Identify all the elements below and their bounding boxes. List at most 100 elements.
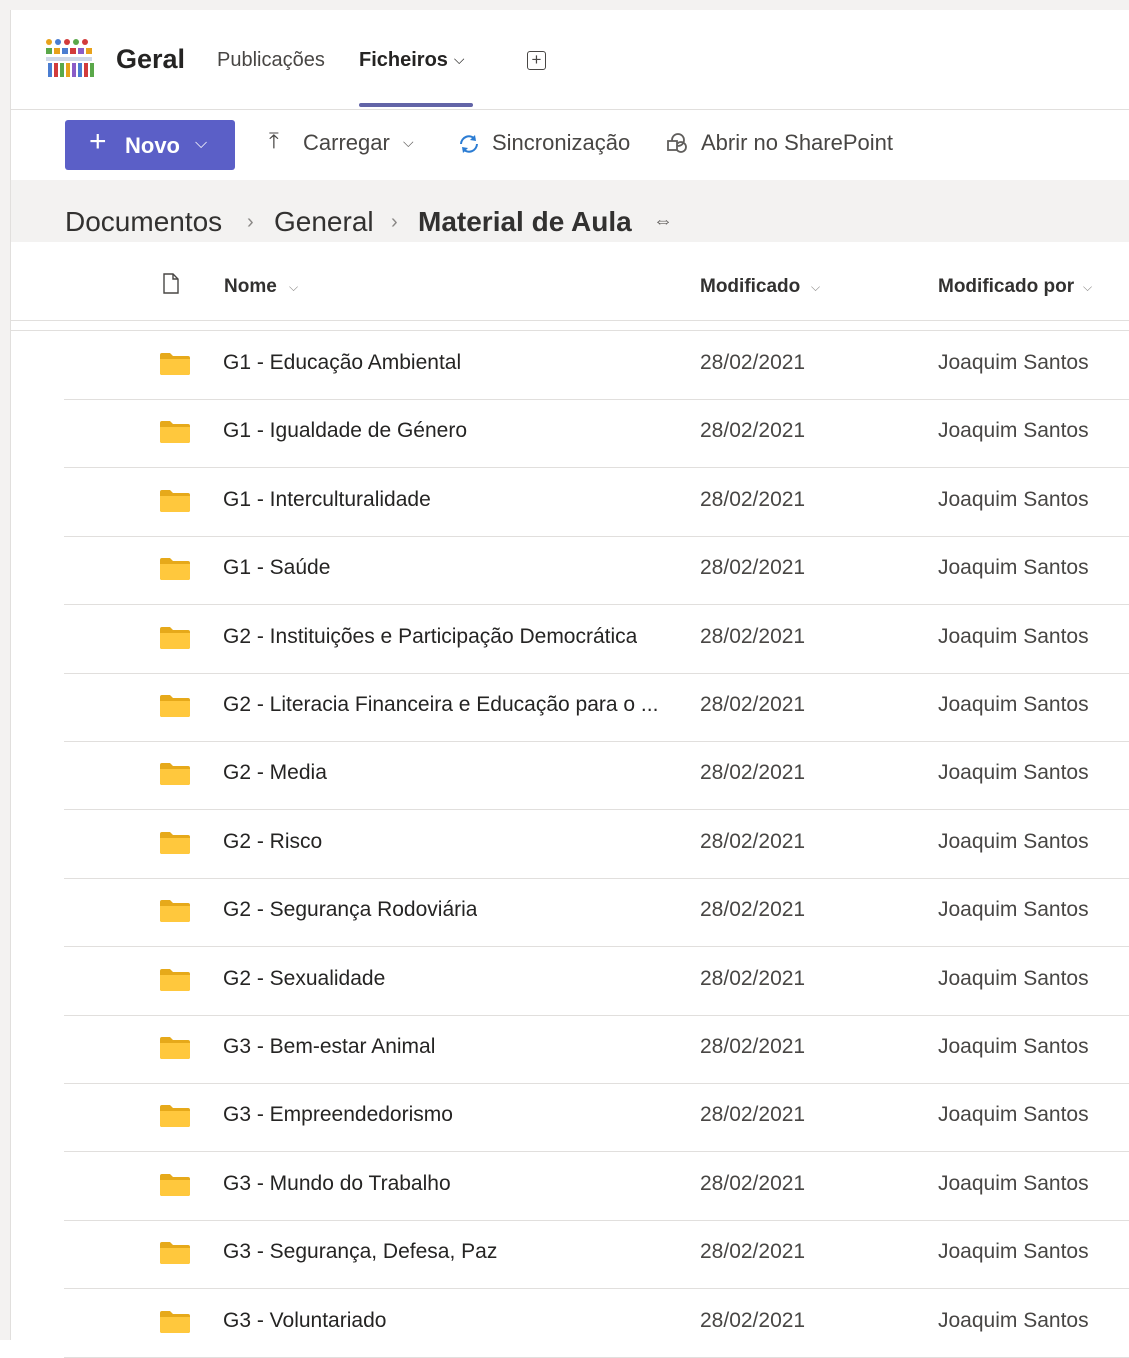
- modified-by: Joaquim Santos: [938, 1103, 1089, 1127]
- modified-date: 28/02/2021: [700, 1240, 806, 1264]
- table-row[interactable]: G1 - Interculturalidade 28/02/2021 Joaquim…: [64, 468, 1129, 537]
- modified-date: 28/02/2021: [700, 556, 806, 580]
- table-row[interactable]: G1 - Igualdade de Género 28/02/2021 Joaqui…: [64, 399, 1129, 469]
- table-row[interactable]: G1 - Saúde 28/02/2021 Joaquim Santos: [64, 536, 1129, 606]
- folder-icon: [160, 1173, 190, 1196]
- active-tab-indicator: [359, 103, 473, 107]
- table-row[interactable]: G3 - Voluntariado 28/02/2021 Joaquim Santo…: [64, 1289, 1129, 1358]
- file-list: G1 - Educação Ambiental 28/02/2021 Joaquim…: [11, 330, 1129, 1358]
- link-icon[interactable]: ⇔: [653, 210, 673, 233]
- window-top-border: [0, 0, 1129, 10]
- file-name[interactable]: G3 - Bem-estar Animal: [223, 1035, 435, 1059]
- modified-date: 28/02/2021: [700, 1171, 806, 1195]
- file-name[interactable]: G2 - Risco: [223, 830, 322, 854]
- sharepoint-icon: [667, 133, 687, 153]
- sync-button[interactable]: Sincronização: [492, 130, 630, 156]
- file-name[interactable]: G1 - Interculturalidade: [223, 488, 431, 512]
- table-row[interactable]: G2 - Media 28/02/2021 Joaquim Santos: [64, 741, 1129, 811]
- team-logo-icon[interactable]: [45, 38, 99, 80]
- table-row[interactable]: G3 - Segurança, Defesa, Paz 28/02/2021 Joa…: [64, 1220, 1129, 1290]
- upload-button[interactable]: Carregar: [303, 130, 390, 156]
- table-row[interactable]: G2 - Segurança Rodoviária 28/02/2021 Joaqu…: [64, 878, 1129, 948]
- folder-icon: [160, 763, 190, 786]
- modified-by: Joaquim Santos: [938, 966, 1089, 990]
- file-name[interactable]: G2 - Instituições e Participação Democrá…: [223, 625, 637, 649]
- modified-by: Joaquim Santos: [938, 487, 1089, 511]
- modified-date: 28/02/2021: [700, 1308, 806, 1332]
- folder-icon: [160, 1037, 190, 1059]
- modified-by: Joaquim Santos: [938, 898, 1089, 922]
- modified-date: 28/02/2021: [700, 487, 806, 511]
- table-row[interactable]: G2 - Instituições e Participação Democrá…: [64, 605, 1129, 674]
- folder-icon: [160, 695, 190, 717]
- modified-by: Joaquim Santos: [938, 351, 1089, 374]
- folder-icon: [160, 831, 190, 854]
- table-row[interactable]: G2 - Literacia Financeira e Educação par…: [64, 673, 1129, 742]
- file-name[interactable]: G3 - Empreendedorismo: [223, 1103, 453, 1127]
- modified-by: Joaquim Santos: [938, 1171, 1089, 1195]
- open-in-sharepoint-button[interactable]: Abrir no SharePoint: [701, 130, 893, 156]
- team-name: Geral: [116, 44, 186, 74]
- file-name[interactable]: G2 - Media: [223, 761, 327, 785]
- modified-date: 28/02/2021: [700, 829, 806, 853]
- file-name[interactable]: G3 - Mundo do Trabalho: [223, 1172, 451, 1196]
- new-button-label: Novo: [125, 133, 180, 158]
- sync-icon: [460, 135, 478, 153]
- column-header-name[interactable]: Nome: [224, 276, 277, 298]
- column-header-modified[interactable]: Modificado: [700, 276, 800, 298]
- modified-date: 28/02/2021: [700, 693, 806, 716]
- breadcrumb-item-general[interactable]: General: [274, 206, 374, 238]
- file-name[interactable]: G2 - Segurança Rodoviária: [223, 898, 477, 922]
- tab-publicacoes[interactable]: Publicações: [217, 49, 325, 72]
- folder-icon: [160, 900, 190, 923]
- file-name[interactable]: G2 - Literacia Financeira e Educação par…: [223, 693, 658, 717]
- file-name[interactable]: G1 - Igualdade de Género: [223, 419, 467, 443]
- modified-by: Joaquim Santos: [938, 693, 1089, 716]
- chevron-down-icon: ⌵: [453, 51, 465, 67]
- modified-by: Joaquim Santos: [938, 761, 1089, 785]
- plus-icon: +: [89, 125, 107, 158]
- breadcrumb-item-documentos[interactable]: Documentos: [65, 206, 222, 238]
- table-row[interactable]: G3 - Mundo do Trabalho 28/02/2021 Joaquim …: [64, 1152, 1129, 1221]
- chevron-down-icon: ⌵: [289, 280, 299, 294]
- chevron-down-icon[interactable]: ⌵: [403, 134, 414, 151]
- table-row[interactable]: G1 - Educação Ambiental 28/02/2021 Joaquim…: [64, 331, 1129, 400]
- channel-header: Geral Publicações Ficheiros ⌵ +: [11, 11, 1129, 110]
- tab-ficheiros-label: Ficheiros: [359, 49, 448, 71]
- breadcrumb-item-current: Material de Aula: [418, 206, 632, 237]
- table-row[interactable]: G3 - Empreendedorismo 28/02/2021 Joaquim S…: [64, 1083, 1129, 1153]
- modified-by: Joaquim Santos: [938, 556, 1089, 580]
- list-header: Nome ⌵ Modificado ⌵ Modificado por ⌵: [11, 242, 1129, 321]
- modified-date: 28/02/2021: [700, 966, 806, 990]
- folder-icon: [160, 626, 190, 649]
- window-left-border: [0, 0, 10, 1340]
- file-name[interactable]: G3 - Voluntariado: [223, 1309, 386, 1333]
- modified-by: Joaquim Santos: [938, 829, 1089, 853]
- folder-icon: [160, 968, 190, 991]
- modified-date: 28/02/2021: [700, 419, 806, 443]
- modified-date: 28/02/2021: [700, 351, 806, 374]
- chevron-right-icon: ›: [247, 211, 254, 233]
- file-name[interactable]: G2 - Sexualidade: [223, 967, 385, 991]
- modified-date: 28/02/2021: [700, 1103, 806, 1127]
- file-type-icon: [163, 273, 179, 294]
- folder-icon: [160, 1310, 190, 1333]
- upload-icon: ⤒: [269, 128, 279, 153]
- file-name[interactable]: G1 - Educação Ambiental: [223, 351, 461, 375]
- folder-icon: [160, 421, 190, 444]
- folder-icon: [160, 489, 190, 512]
- command-bar: + Novo ⌵ ⤒ Carregar ⌵ Sincronização Abri…: [11, 110, 1129, 180]
- file-name[interactable]: G3 - Segurança, Defesa, Paz: [223, 1240, 497, 1264]
- folder-icon: [160, 1242, 190, 1265]
- chevron-down-icon: ⌵: [811, 280, 821, 294]
- modified-date: 28/02/2021: [700, 1035, 806, 1058]
- tab-ficheiros[interactable]: Ficheiros ⌵: [359, 49, 465, 72]
- file-name[interactable]: G1 - Saúde: [223, 556, 330, 580]
- modified-date: 28/02/2021: [700, 761, 806, 785]
- table-row[interactable]: G2 - Risco 28/02/2021 Joaquim Santos: [64, 810, 1129, 879]
- table-row[interactable]: G2 - Sexualidade 28/02/2021 Joaquim Santos: [64, 947, 1129, 1016]
- column-header-modified-by[interactable]: Modificado por: [938, 276, 1074, 298]
- new-button[interactable]: + Novo ⌵: [65, 120, 235, 170]
- add-tab-button[interactable]: +: [527, 51, 546, 70]
- table-row[interactable]: G3 - Bem-estar Animal 28/02/2021 Joaquim S…: [64, 1015, 1129, 1084]
